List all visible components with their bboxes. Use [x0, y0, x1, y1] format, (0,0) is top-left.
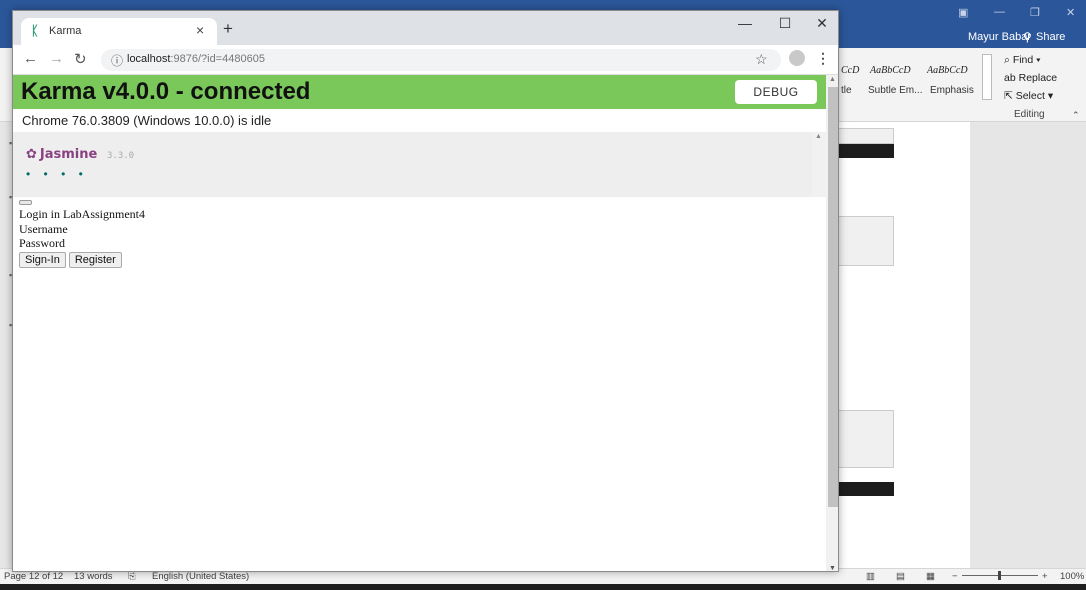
jasmine-version: 3.3.0 — [107, 151, 135, 161]
username-label: Username — [19, 221, 68, 236]
style-name-emphasis[interactable]: Emphasis — [930, 85, 974, 96]
zoom-out-icon[interactable]: − — [952, 571, 958, 582]
tab-strip: ᛕ Karma × + — ☐ ✕ — [13, 11, 838, 45]
style-name-title[interactable]: tle — [841, 85, 852, 96]
app-root: Login in LabAssignment4 Username Passwor… — [19, 197, 145, 268]
jasmine-reporter-header: ✿ Jasmine 3.3.0 • • • • — [13, 132, 812, 197]
style-preview-subtle-emphasis[interactable]: AaBbCcD — [870, 65, 911, 76]
new-tab-icon[interactable]: + — [223, 19, 233, 39]
tab-title: Karma — [49, 25, 82, 37]
share-button[interactable]: Share — [1036, 31, 1065, 43]
screenshot-thumbnail-taskbar — [838, 482, 894, 496]
jasmine-flower-icon: ✿ — [26, 147, 37, 162]
word-close-icon[interactable]: ✕ — [1066, 6, 1075, 19]
replace-icon: ab — [1004, 72, 1019, 84]
empty-button[interactable] — [19, 200, 32, 205]
replace-button[interactable]: ab Replace — [1004, 72, 1057, 84]
select-button[interactable]: ⇱ Select ▾ — [1004, 90, 1053, 102]
spec-result-dots: • • • • — [26, 167, 88, 181]
reload-icon[interactable]: ↻ — [74, 50, 87, 68]
scroll-up-icon[interactable]: ▲ — [829, 76, 836, 83]
screenshot-thumbnail — [838, 410, 894, 468]
back-icon[interactable]: ← — [23, 50, 38, 67]
tab-close-icon[interactable]: × — [196, 22, 204, 38]
register-button[interactable]: Register — [68, 251, 122, 268]
karma-title: Karma v4.0.0 - connected — [21, 78, 311, 105]
karma-favicon-icon: ᛕ — [31, 23, 39, 38]
editing-group-label: Editing — [1014, 109, 1045, 120]
collapse-ribbon-icon[interactable]: ⌃ — [1072, 110, 1080, 121]
select-cursor-icon: ⇱ — [1004, 90, 1016, 102]
screenshot-thumbnail-taskbar — [838, 144, 894, 158]
debug-button[interactable]: DEBUG — [735, 80, 817, 104]
read-mode-icon[interactable]: ▥ — [866, 571, 875, 582]
password-label: Password — [19, 236, 66, 250]
styles-gallery-scroll[interactable] — [982, 54, 992, 100]
share-person-icon: ⚲ — [1023, 30, 1032, 44]
screenshot-thumbnail — [838, 128, 894, 144]
jasmine-logo[interactable]: ✿ Jasmine — [26, 147, 97, 162]
screenshot-thumbnail — [838, 216, 894, 266]
find-button[interactable]: ⌕ Find ▾ — [1004, 54, 1041, 67]
proofing-icon[interactable]: ⎘ — [128, 571, 136, 582]
profile-avatar-icon[interactable] — [789, 50, 805, 66]
context-iframe: ✿ Jasmine 3.3.0 • • • • ▲ Login in LabAss… — [13, 132, 826, 571]
scroll-up-icon[interactable]: ▲ — [815, 133, 822, 140]
page-scrollbar[interactable]: ▲ ▼ — [826, 75, 838, 571]
sign-in-button[interactable]: Sign-In — [19, 251, 66, 268]
ribbon-display-icon[interactable]: ▣ — [958, 6, 968, 19]
browser-status: Chrome 76.0.3809 (Windows 10.0.0) is idl… — [22, 113, 272, 128]
find-icon: ⌕ — [1004, 54, 1013, 66]
karma-banner: Karma v4.0.0 - connected DEBUG — [13, 75, 826, 109]
tab-karma[interactable]: ᛕ Karma × — [21, 18, 217, 45]
web-layout-icon[interactable]: ▦ — [926, 571, 935, 582]
url-text[interactable]: localhost:9876/?id=4480605 — [127, 53, 265, 65]
print-layout-icon[interactable]: ▤ — [896, 571, 905, 582]
status-word-count[interactable]: 13 words — [74, 571, 113, 582]
word-user-name[interactable]: Mayur Babar — [968, 31, 1031, 43]
status-page-count[interactable]: Page 12 of 12 — [4, 571, 63, 582]
chrome-window: ᛕ Karma × + — ☐ ✕ ← → ↻ ⓘ localhost:9876… — [12, 10, 839, 572]
browser-toolbar: ← → ↻ ⓘ localhost:9876/?id=4480605 ☆ ⋮ — [13, 45, 838, 75]
style-name-subtle-emphasis[interactable]: Subtle Em... — [868, 85, 922, 96]
minimize-icon[interactable]: — — [730, 15, 760, 31]
style-preview-emphasis[interactable]: AaBbCcD — [927, 65, 968, 76]
zoom-in-icon[interactable]: + — [1042, 571, 1048, 582]
style-preview-title[interactable]: CcD — [841, 65, 859, 76]
iframe-scrollbar[interactable]: ▲ — [812, 132, 826, 197]
word-minimize-icon[interactable]: — — [994, 6, 1005, 18]
zoom-slider-thumb[interactable] — [998, 571, 1001, 580]
windows-taskbar — [0, 584, 1086, 590]
zoom-level[interactable]: 100% — [1060, 571, 1084, 582]
info-icon[interactable]: ⓘ — [111, 52, 123, 69]
more-menu-icon[interactable]: ⋮ — [816, 50, 830, 67]
scrollbar-thumb[interactable] — [828, 87, 838, 507]
status-language[interactable]: English (United States) — [152, 571, 249, 582]
address-bar[interactable]: ⓘ localhost:9876/?id=4480605 ☆ — [101, 49, 781, 71]
close-window-icon[interactable]: ✕ — [807, 15, 837, 32]
maximize-icon[interactable]: ☐ — [770, 15, 800, 32]
page-viewport: Karma v4.0.0 - connected DEBUG Chrome 76… — [13, 75, 826, 571]
bookmark-star-icon[interactable]: ☆ — [755, 51, 768, 68]
word-restore-icon[interactable]: ❐ — [1030, 6, 1040, 19]
word-document-page[interactable] — [836, 122, 970, 568]
scroll-down-icon[interactable]: ▼ — [829, 565, 836, 571]
login-heading: Login in LabAssignment4 — [19, 207, 145, 221]
forward-icon[interactable]: → — [49, 50, 64, 67]
